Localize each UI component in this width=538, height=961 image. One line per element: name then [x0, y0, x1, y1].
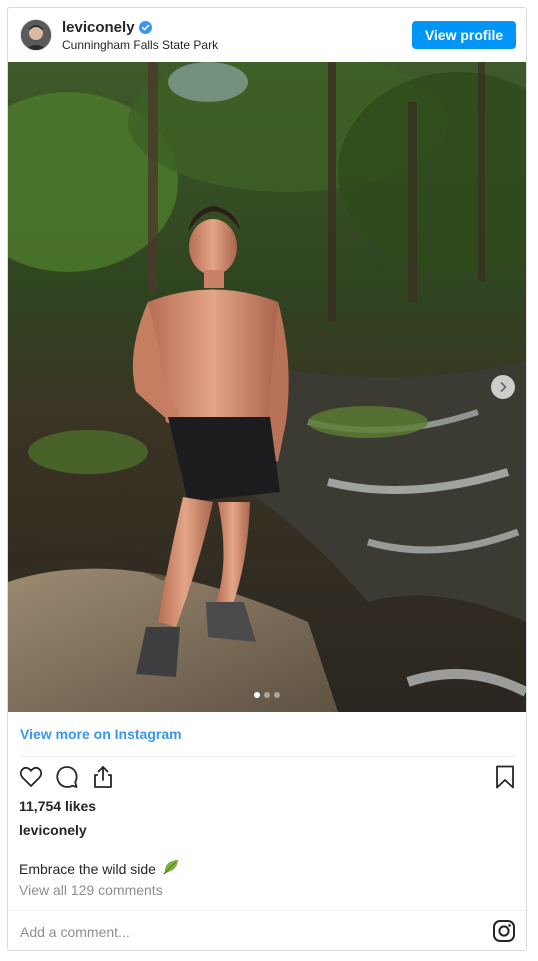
username-row: leviconely — [62, 19, 152, 36]
post-header: leviconely Cunningham Falls State Park V… — [8, 8, 526, 62]
view-more-link[interactable]: View more on Instagram — [20, 726, 182, 742]
caption: Embrace the wild side — [19, 858, 180, 879]
view-comments-link[interactable]: View all 129 comments — [19, 882, 163, 898]
carousel-dot — [274, 692, 280, 698]
share-icon[interactable] — [90, 764, 116, 790]
location-label[interactable]: Cunningham Falls State Park — [62, 38, 218, 52]
instagram-embed-card: leviconely Cunningham Falls State Park V… — [7, 7, 527, 951]
verified-badge-icon — [138, 21, 152, 34]
heart-icon[interactable] — [18, 764, 44, 790]
divider — [20, 756, 516, 757]
carousel-dot — [264, 692, 270, 698]
action-bar — [18, 764, 518, 792]
instagram-icon[interactable] — [492, 919, 516, 943]
owner-username[interactable]: leviconely — [19, 822, 87, 838]
post-image[interactable] — [8, 62, 526, 712]
likes-count: 11,754 likes — [19, 798, 97, 814]
avatar[interactable] — [20, 19, 52, 51]
leaf-icon — [162, 858, 180, 879]
caption-text: Embrace the wild side — [19, 860, 156, 877]
carousel-indicator — [254, 692, 280, 698]
comment-bar — [8, 910, 526, 950]
next-slide-button[interactable] — [491, 375, 515, 399]
chevron-right-icon — [500, 382, 507, 392]
comment-icon[interactable] — [54, 764, 80, 790]
username[interactable]: leviconely — [62, 19, 135, 36]
view-profile-button[interactable]: View profile — [412, 21, 516, 49]
bookmark-icon[interactable] — [492, 764, 518, 790]
carousel-dot — [254, 692, 260, 698]
comment-input[interactable] — [18, 920, 462, 944]
